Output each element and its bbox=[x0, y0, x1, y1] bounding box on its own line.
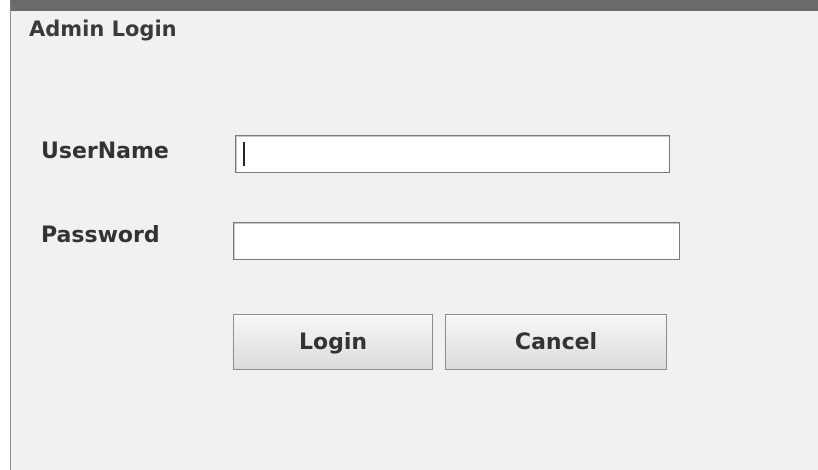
text-cursor bbox=[243, 142, 245, 166]
cancel-button[interactable]: Cancel bbox=[445, 314, 667, 370]
username-label: UserName bbox=[41, 139, 169, 164]
password-field[interactable] bbox=[233, 222, 680, 260]
username-field[interactable] bbox=[235, 135, 670, 173]
dialog-title: Admin Login bbox=[29, 17, 177, 41]
login-button[interactable]: Login bbox=[233, 314, 433, 370]
login-dialog: Admin Login UserName Password Login Canc… bbox=[10, 0, 818, 470]
password-label: Password bbox=[41, 223, 160, 248]
